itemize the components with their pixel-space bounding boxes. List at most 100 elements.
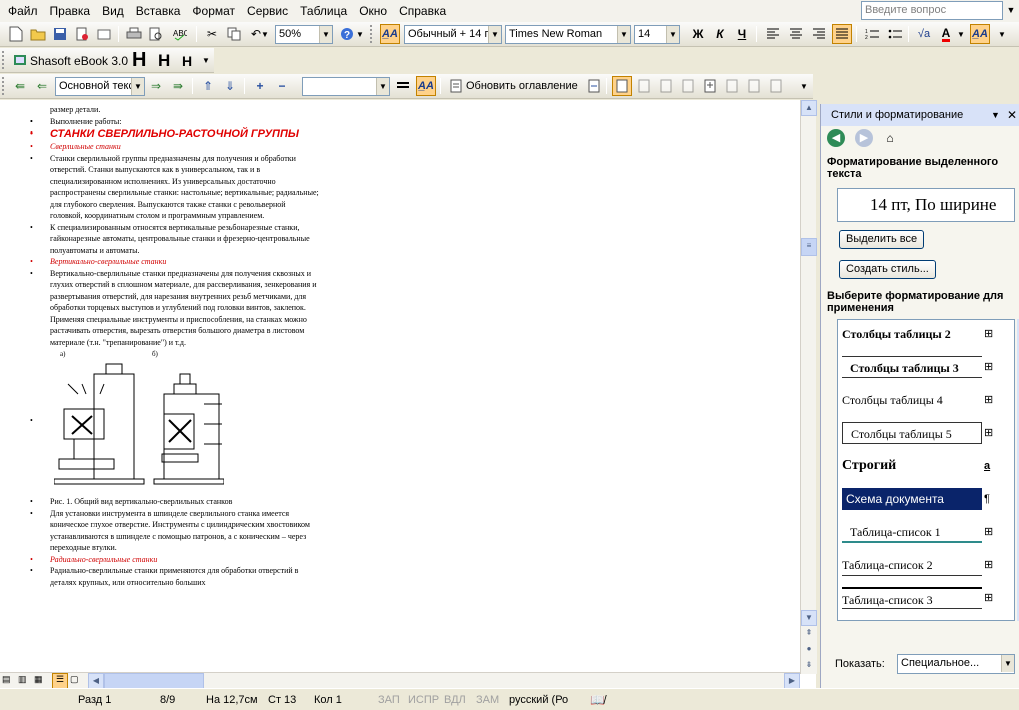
menu-table[interactable]: Таблица [294,1,353,21]
update-toc-icon[interactable] [446,76,466,96]
status-ext[interactable]: ВДЛ [444,693,466,708]
show-formatting-icon[interactable]: A̲A [416,76,436,96]
save-icon[interactable] [50,24,70,44]
font-color-dropdown-icon[interactable]: ▼ [956,24,966,44]
home-icon[interactable]: ⌂ [881,129,899,147]
bullets-icon[interactable] [885,24,905,44]
shasoft-label[interactable]: Shasoft eBook 3.0 [30,54,128,68]
new-style-button[interactable]: Создать стиль... [839,260,936,279]
new-document-icon[interactable] [6,24,26,44]
outline-view-icon[interactable]: ☰ [52,673,68,689]
print-preview-icon[interactable] [146,24,166,44]
figure[interactable]: • а) б) [30,348,330,496]
spelling-status-icon[interactable]: 📖̸ [590,693,605,708]
promote-icon[interactable]: ⇐ [32,76,52,96]
style-list[interactable]: Столбцы таблицы 2 ⊞ Столбцы таблицы 3 ⊞ Стол… [837,319,1015,621]
styles-pane-icon[interactable]: A̲A [380,24,400,44]
outline-level-select[interactable]: Основной текс ▼ [55,77,145,96]
selected-format-box[interactable]: 14 пт, По ширине [837,188,1015,222]
doc-paragraph[interactable]: размер детали. [30,104,320,116]
pane-menu-icon[interactable]: ▼ [991,104,1000,126]
style-select[interactable]: Обычный + 14 г ▼ [404,25,502,44]
scroll-right-icon[interactable]: ▶ [784,673,800,689]
prev-page-icon[interactable]: ⇞ [801,626,817,642]
doc-paragraph[interactable]: К специализированным относятся вертикаль… [30,222,320,257]
style-item[interactable]: Таблица-список 2 [842,554,982,576]
scroll-down-icon[interactable]: ▼ [801,610,817,626]
heading2-button[interactable]: H [158,51,170,71]
toolbar-grip[interactable] [2,77,6,95]
bold-button[interactable]: Ж [688,24,708,44]
show-level-select[interactable]: ▼ [302,77,390,96]
doc-paragraph[interactable]: Для установки инструмента в шпинделе све… [30,508,320,554]
doc-paragraph[interactable]: Станки сверлильной группы предназначены … [30,153,320,222]
update-toc-button[interactable]: Обновить оглавление [466,80,578,92]
align-center-icon[interactable] [786,24,806,44]
numbering-icon[interactable]: 12 [862,24,882,44]
open-folder-icon[interactable] [28,24,48,44]
toolbar-grip[interactable] [370,25,374,43]
doc-paragraph[interactable]: Радиально-сверлильные станки применяются… [30,565,320,588]
scroll-left-icon[interactable]: ◀ [88,673,104,689]
heading3-button[interactable]: H [182,53,192,69]
collapse-subdocs-icon[interactable] [634,76,654,96]
web-view-icon[interactable]: ▥ [18,674,32,688]
show-first-line-icon[interactable] [393,76,413,96]
back-icon[interactable]: ◀ [827,129,845,147]
insert-subdoc-icon[interactable] [700,76,720,96]
scroll-thumb[interactable]: ≡ [801,238,817,256]
document-page[interactable]: размер детали.Выполнение работы:СТАНКИ С… [30,100,810,674]
style-item[interactable]: Таблица-список 1 [842,521,982,543]
move-down-icon[interactable]: ⇓ [220,76,240,96]
menu-tools[interactable]: Сервис [241,1,294,21]
help-dropdown-icon[interactable]: ▼ [1004,1,1018,20]
copy-icon[interactable] [224,24,244,44]
align-right-icon[interactable] [809,24,829,44]
vertical-scrollbar[interactable]: ▲ ≡ ▼ ⇞ ● ⇟ [800,100,817,674]
permission-icon[interactable] [72,24,92,44]
menu-insert[interactable]: Вставка [130,1,187,21]
menu-window[interactable]: Окно [353,1,393,21]
spelling-icon[interactable]: ABC [170,24,190,44]
underline-button[interactable]: Ч [732,24,752,44]
toolbar-options-icon[interactable]: ▼ [200,50,212,70]
menu-view[interactable]: Вид [96,1,130,21]
style-item[interactable]: Таблица-список 3 [842,587,982,609]
menu-edit[interactable]: Правка [44,1,97,21]
style-item[interactable]: Столбцы таблицы 4 [842,389,982,411]
undo-dropdown-icon[interactable]: ▼ [260,24,270,44]
toolbar-options-icon[interactable]: ▼ [355,24,365,44]
justify-icon[interactable] [832,24,852,44]
doc-heading[interactable]: СТАНКИ СВЕРЛИЛЬНО-РАСТОЧНОЙ ГРУППЫ [30,127,320,141]
select-all-button[interactable]: Выделить все [839,230,925,249]
collapse-icon[interactable]: − [272,76,292,96]
style-item[interactable]: Столбцы таблицы 2 [842,323,982,345]
help-search-input[interactable]: Введите вопрос [861,1,1003,20]
next-page-icon[interactable]: ⇟ [801,658,817,674]
status-trk[interactable]: ИСПР [408,693,439,708]
demote-icon[interactable]: ⇒ [146,76,166,96]
goto-toc-icon[interactable] [584,76,604,96]
doc-paragraph[interactable]: Радиально-сверлильные станки [30,554,320,566]
style-item[interactable]: Строгий [842,455,982,477]
toolbar-overflow-icon[interactable]: ▼ [996,24,1008,44]
scroll-up-icon[interactable]: ▲ [801,100,817,116]
hscroll-thumb[interactable] [104,673,204,689]
menu-file[interactable]: Файл [2,1,44,21]
style-item[interactable]: Схема документа [842,488,982,510]
email-icon[interactable] [94,24,114,44]
font-select[interactable]: Times New Roman ▼ [505,25,631,44]
doc-paragraph[interactable]: Рис. 1. Общий вид вертикально-сверлильны… [30,496,320,508]
status-rec[interactable]: ЗАП [378,693,400,708]
doc-paragraph[interactable]: Вертикально-сверлильные станки [30,256,320,268]
normal-view-icon[interactable]: ▤ [2,674,16,688]
menu-help[interactable]: Справка [393,1,452,21]
align-left-icon[interactable] [763,24,783,44]
lock-doc-icon[interactable] [766,76,786,96]
demote-body-icon[interactable]: ⇛ [168,76,188,96]
close-icon[interactable]: ✕ [1007,104,1017,126]
promote-heading-icon[interactable]: ⇚ [10,76,30,96]
remove-subdoc-icon[interactable] [678,76,698,96]
styles-pane-icon-2[interactable]: A̲A [970,24,990,44]
expand-icon[interactable]: + [250,76,270,96]
